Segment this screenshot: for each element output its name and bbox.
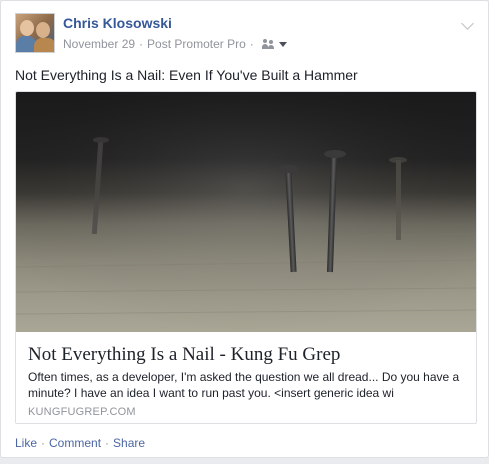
action-bar: Like · Comment · Share	[15, 436, 145, 450]
action-separator: ·	[105, 436, 110, 450]
friends-icon[interactable]	[261, 39, 276, 49]
link-description: Often times, as a developer, I'm asked t…	[28, 370, 460, 400]
audience-dropdown-icon[interactable]	[278, 41, 287, 47]
avatar-figure	[34, 38, 54, 52]
avatar-figure	[16, 36, 36, 52]
post-meta: November 29 · Post Promoter Pro ·	[63, 37, 287, 51]
avatar[interactable]	[15, 13, 55, 53]
post-date[interactable]: November 29	[63, 37, 135, 51]
link-domain: KUNGFUGREP.COM	[28, 406, 136, 418]
author-name[interactable]: Chris Klosowski	[63, 15, 172, 31]
avatar-face	[20, 20, 34, 36]
link-title[interactable]: Not Everything Is a Nail - Kung Fu Grep	[28, 344, 340, 366]
post-text: Not Everything Is a Nail: Even If You've…	[15, 67, 358, 83]
avatar-face	[36, 22, 50, 38]
like-button[interactable]: Like	[15, 436, 37, 450]
meta-separator: ·	[139, 37, 144, 51]
meta-separator: ·	[249, 37, 254, 51]
link-preview[interactable]: Not Everything Is a Nail - Kung Fu Grep …	[15, 91, 477, 424]
post-card: Chris Klosowski November 29 · Post Promo…	[0, 0, 489, 458]
chevron-down-icon[interactable]	[461, 17, 474, 30]
nails-photo[interactable]	[16, 92, 476, 332]
action-separator: ·	[41, 436, 46, 450]
comment-button[interactable]: Comment	[49, 436, 101, 450]
post-app-name[interactable]: Post Promoter Pro	[147, 37, 246, 51]
share-button[interactable]: Share	[113, 436, 145, 450]
